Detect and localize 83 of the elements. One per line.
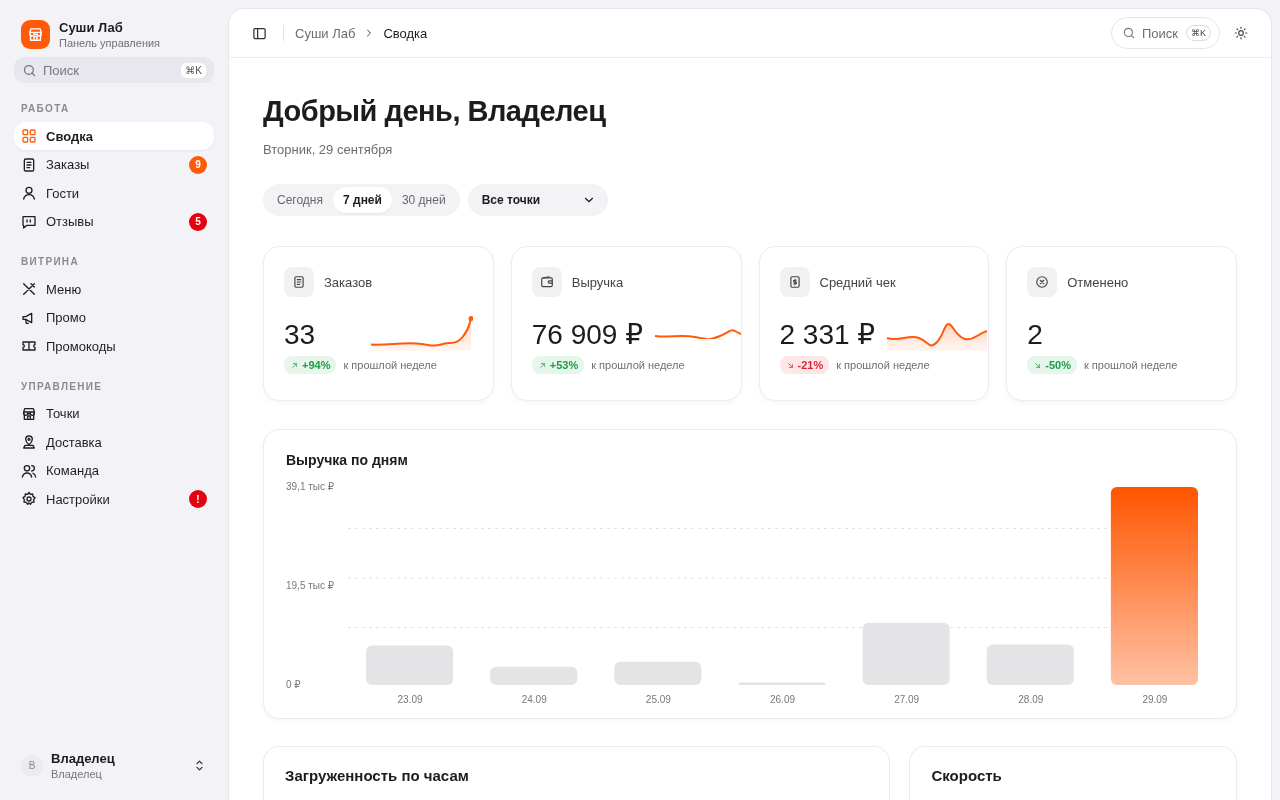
location-pin-icon (21, 434, 37, 450)
gear-icon (21, 491, 37, 507)
search-field[interactable]: Поиск ⌘K (14, 57, 214, 83)
axis-label: 27.09 (894, 694, 920, 705)
nav-item[interactable]: Гости (14, 179, 214, 207)
period-tab[interactable]: Сегодня (267, 187, 333, 213)
nav-item[interactable]: Команда (14, 456, 214, 485)
axis-label: 24.09 (521, 694, 547, 705)
change-badge: -50% (1027, 356, 1077, 374)
stat-value: 76 909 ₽ (531, 318, 643, 352)
document-icon (292, 275, 306, 289)
count-badge: ! (189, 490, 207, 508)
nav-item[interactable]: Доставка (14, 428, 214, 456)
axis-label: 28.09 (1018, 694, 1044, 705)
stat-label: Средний чек (819, 274, 896, 290)
date-text: Вторник, 29 сентября (263, 142, 394, 157)
brand-name: Суши Лаб (59, 20, 124, 35)
user-icon (21, 185, 37, 201)
sidebar-icon (252, 25, 267, 41)
section-title: ВИТРИНА (20, 255, 80, 269)
axis-label: 19,5 тыс ₽ (286, 579, 335, 591)
brand-subtitle: Панель управления (59, 37, 161, 49)
change-badge: +53% (531, 356, 585, 374)
users-icon (21, 462, 37, 479)
receipt-icon (787, 275, 802, 289)
chart-title: Выручка по дням (286, 452, 409, 468)
theme-toggle-button[interactable] (1234, 26, 1248, 40)
breadcrumb-link[interactable]: Сводка (383, 25, 428, 41)
utensils-icon (21, 281, 37, 297)
axis-label: 23.09 (397, 694, 423, 705)
period-tab[interactable]: 30 дней (391, 187, 456, 213)
comparison-note: к прошлой неделе (836, 359, 930, 371)
nav-item[interactable]: Отзывы 5 (14, 207, 214, 236)
axis-label: 26.09 (770, 694, 795, 705)
change-badge: +94% (284, 356, 337, 374)
panel-title: Загруженность по часам (285, 767, 470, 784)
section-title: РАБОТА (20, 102, 71, 116)
avatar: В (21, 754, 43, 777)
nav-item[interactable]: Сводка (14, 122, 214, 150)
stat-value: 2 331 ₽ (779, 318, 876, 352)
user-role: Владелец (51, 768, 103, 780)
chat-icon (21, 213, 37, 230)
search-icon (1122, 26, 1136, 40)
change-badge: -21% (779, 356, 830, 374)
location-dropdown[interactable]: Все точки (467, 184, 608, 216)
document-icon (21, 156, 37, 173)
comparison-note: к прошлой неделе (591, 359, 685, 371)
axis-label: 0 ₽ (286, 678, 301, 690)
section-title: УПРАВЛЕНИЕ (20, 379, 104, 394)
panel-title: Скорость (931, 767, 1003, 784)
count-badge: 9 (189, 155, 207, 174)
cancel-icon (1035, 275, 1050, 289)
axis-label: 29.09 (1142, 694, 1168, 705)
nav-item[interactable]: Заказы 9 (14, 150, 214, 179)
count-badge: 5 (189, 212, 207, 231)
ticket-icon (21, 338, 37, 354)
axis-label: 39,1 тыс ₽ (286, 480, 335, 492)
search-icon (22, 62, 37, 78)
stat-value: 2 (1027, 318, 1043, 352)
wallet-icon (539, 275, 554, 289)
comparison-note: к прошлой неделе (1083, 359, 1178, 371)
sun-icon (1234, 26, 1248, 40)
stat-label: Отменено (1067, 274, 1129, 290)
nav-item[interactable]: Промо (14, 303, 214, 332)
sidebar-toggle-button[interactable] (252, 25, 267, 41)
stat-label: Заказов (324, 274, 373, 290)
nav-item[interactable]: Настройки ! (14, 485, 214, 513)
shortcut-hint: ⌘K (181, 62, 206, 78)
comparison-note: к прошлой неделе (343, 359, 437, 371)
store-icon (21, 405, 37, 422)
axis-label: 25.09 (645, 694, 671, 705)
stat-value: 33 (284, 318, 316, 352)
user-name: Владелец (51, 751, 116, 766)
grid-icon (21, 128, 37, 144)
period-tab[interactable]: 7 дней (333, 187, 392, 213)
store-icon (27, 26, 44, 43)
stat-label: Выручка (571, 274, 624, 290)
nav-item[interactable]: Промокоды (14, 332, 214, 360)
nav-item[interactable]: Меню (14, 275, 214, 303)
breadcrumb-link[interactable]: Суши Лаб (295, 25, 356, 41)
search-input[interactable]: Поиск (43, 62, 176, 78)
nav-item[interactable]: Точки (14, 399, 214, 428)
page-title: Добрый день, Владелец (263, 95, 607, 128)
